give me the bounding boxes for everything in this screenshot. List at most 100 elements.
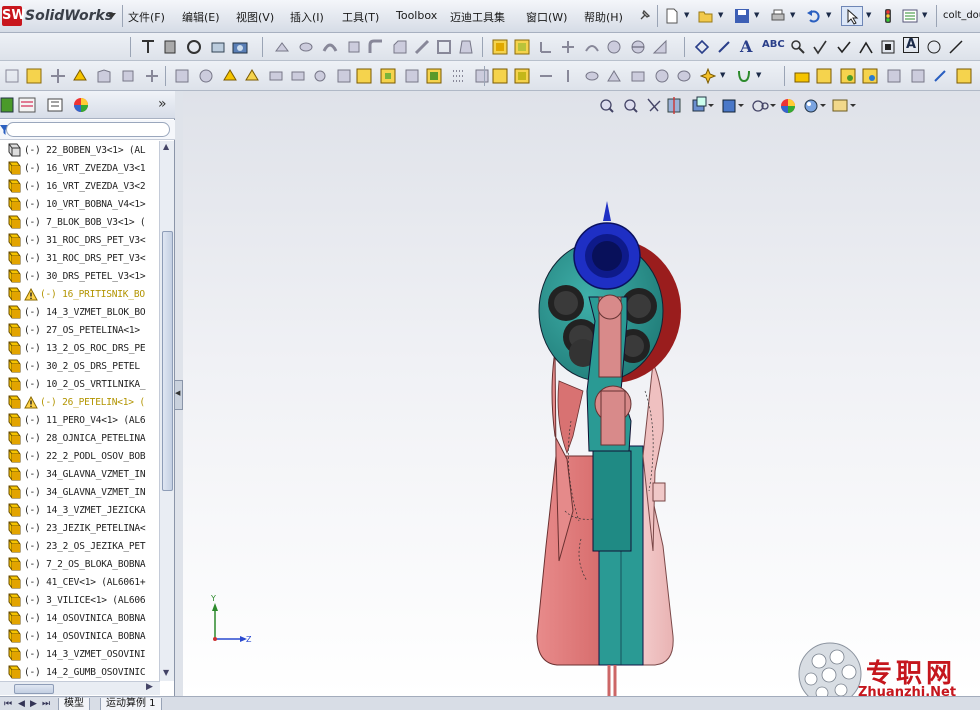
cylinder-icon[interactable] <box>584 68 600 84</box>
maidi-tool-3-icon[interactable] <box>862 68 878 84</box>
sketch-plane-icon[interactable] <box>492 68 508 84</box>
menu-maidi-tools[interactable]: 迈迪工具集 <box>450 9 505 25</box>
tree-filter-input[interactable] <box>6 122 170 137</box>
draft-icon[interactable] <box>458 39 474 55</box>
scroll-right-icon[interactable]: ▶ <box>146 682 153 692</box>
bill-of-materials-icon[interactable] <box>222 68 238 84</box>
pattern-icon[interactable] <box>356 68 372 84</box>
split-line-icon[interactable] <box>630 39 646 55</box>
toolbar-grip[interactable] <box>130 37 131 57</box>
tree-row[interactable]: (-) 34_GLAVNA_VZMET_IN <box>0 465 160 483</box>
spark-icon[interactable] <box>700 68 716 84</box>
assembly-visualization-icon[interactable] <box>336 68 352 84</box>
toolbar-grip[interactable] <box>262 37 263 57</box>
tab-scroll-prev-icon[interactable]: ◀ <box>18 699 25 709</box>
tree-row[interactable]: (-) 16_VRT_ZVEZDA_V3<2 <box>0 177 160 195</box>
fillet-icon[interactable] <box>368 39 384 55</box>
spell-check-icon[interactable]: ABC <box>762 39 785 50</box>
curve-tool-icon[interactable] <box>736 68 752 84</box>
chamfer-icon[interactable] <box>392 39 408 55</box>
datum-target-icon[interactable]: A <box>903 37 920 53</box>
mate-icon[interactable] <box>186 39 202 55</box>
height-icon[interactable] <box>560 68 576 84</box>
tab-model[interactable]: 模型 <box>58 698 90 710</box>
options-list-icon[interactable] <box>902 8 918 24</box>
loft-icon[interactable] <box>346 39 362 55</box>
tree-row[interactable]: (-) 7_BLOK_BOB_V3<1> ( <box>0 213 160 231</box>
rib-icon[interactable] <box>414 39 430 55</box>
zoom-feature-icon[interactable] <box>790 39 806 55</box>
panel-collapse-button[interactable]: » <box>158 96 167 112</box>
tree-row[interactable]: (-) 13_2_OS_ROC_DRS_PE <box>0 339 160 357</box>
sketch-3d-icon[interactable] <box>514 68 530 84</box>
tree-row[interactable]: (-) 28_OJNICA_PETELINA <box>0 429 160 447</box>
helix-icon[interactable] <box>606 39 622 55</box>
maidi-tool-7-icon[interactable] <box>956 68 972 84</box>
tree-row[interactable]: (-) 27_OS_PETELINA<1> <box>0 321 160 339</box>
tree-row[interactable]: (-) 22_BOBEN_V3<1> (AL <box>0 141 160 159</box>
rebuild-traffic-light-icon[interactable] <box>880 8 896 24</box>
tree-row[interactable]: (-) 14_3_VZMET_BLOK_BO <box>0 303 160 321</box>
tree-row[interactable]: (-) 31_ROC_DRS_PET_V3< <box>0 231 160 249</box>
toolbox-icon[interactable] <box>794 68 810 84</box>
new-part-icon[interactable] <box>26 68 42 84</box>
tab-property-manager[interactable] <box>18 97 36 113</box>
undo-dropdown-icon[interactable]: ▼ <box>826 11 831 19</box>
dimension-icon[interactable] <box>538 68 554 84</box>
menu-view[interactable]: 视图(V) <box>236 9 274 25</box>
new-document-icon[interactable] <box>664 8 680 24</box>
tree-row[interactable]: (-) 14_3_VZMET_OSOVINI <box>0 645 160 663</box>
tree-hscroll-thumb[interactable] <box>14 684 54 694</box>
belt-chain-icon[interactable] <box>426 68 442 84</box>
tree-row[interactable]: (-) 7_2_OS_BLOKA_BOBNA <box>0 555 160 573</box>
plane-icon[interactable] <box>492 39 508 55</box>
open-dropdown-icon[interactable]: ▼ <box>718 11 723 19</box>
maidi-tool-6-icon[interactable] <box>932 68 948 84</box>
new-motion-study-icon[interactable] <box>198 68 214 84</box>
maidi-tool-5-icon[interactable] <box>910 68 926 84</box>
maidi-tool-1-icon[interactable] <box>816 68 832 84</box>
barrel-muzzle[interactable] <box>573 222 641 290</box>
tree-horizontal-scrollbar[interactable]: ▶ <box>0 681 160 695</box>
solidworks-logo[interactable]: SW SolidWorks <box>2 5 113 27</box>
save-icon[interactable] <box>734 8 750 24</box>
tree-row[interactable]: (-) 16_VRT_ZVEZDA_V3<1 <box>0 159 160 177</box>
hole-alignment-icon[interactable] <box>312 68 328 84</box>
hide-show-icon[interactable] <box>120 68 136 84</box>
tree-row[interactable]: (-) 30_DRS_PETEL_V3<1> <box>0 267 160 285</box>
torus-icon[interactable] <box>676 68 692 84</box>
datum-feature-icon[interactable] <box>880 39 896 55</box>
tree-row[interactable]: (-) 16_PRITISNIK_BO <box>0 285 160 303</box>
menu-tools[interactable]: 工具(T) <box>342 9 379 25</box>
sweep-icon[interactable] <box>322 39 338 55</box>
exploded-view-icon[interactable] <box>244 68 260 84</box>
maidi-tool-2-icon[interactable] <box>840 68 856 84</box>
toolbar-grip[interactable] <box>165 66 166 86</box>
cone-icon[interactable] <box>606 68 622 84</box>
print-icon[interactable] <box>770 8 786 24</box>
tree-row[interactable]: (-) 31_ROC_DRS_PET_V3< <box>0 249 160 267</box>
logo-dropdown-icon[interactable] <box>108 13 116 18</box>
tab-motion-study-1[interactable]: 运动算例 1 <box>100 698 162 710</box>
tree-vertical-scrollbar[interactable]: ▲ ▼ <box>159 141 174 681</box>
tree-scroll-thumb[interactable] <box>162 231 173 491</box>
spark-dropdown-icon[interactable]: ▼ <box>720 71 725 79</box>
interference-detection-icon[interactable] <box>268 68 284 84</box>
graphics-area[interactable]: Y Z <box>183 91 980 696</box>
panel-splitter-handle[interactable]: ◀ <box>174 380 183 410</box>
component-icon[interactable] <box>162 39 178 55</box>
menu-help[interactable]: 帮助(H) <box>584 9 623 25</box>
weld-symbol-icon[interactable] <box>858 39 874 55</box>
snap-grid-icon[interactable] <box>450 68 466 84</box>
select-dropdown-icon[interactable]: ▼ <box>866 11 871 19</box>
tree-row[interactable]: (-) 10_VRT_BOBNA_V4<1> <box>0 195 160 213</box>
insert-component-icon[interactable] <box>4 68 20 84</box>
tab-scroll-first-icon[interactable]: ⏮ <box>4 699 12 709</box>
check-mark-icon[interactable] <box>836 39 852 55</box>
tree-row[interactable]: (-) 14_OSOVINICA_BOBNA <box>0 627 160 645</box>
maidi-tool-4-icon[interactable] <box>886 68 902 84</box>
tab-feature-manager[interactable] <box>0 97 14 113</box>
open-folder-icon[interactable] <box>698 8 714 24</box>
tree-row[interactable]: (-) 23_2_OS_JEZIKA_PET <box>0 537 160 555</box>
toolbar-grip[interactable] <box>684 37 685 57</box>
